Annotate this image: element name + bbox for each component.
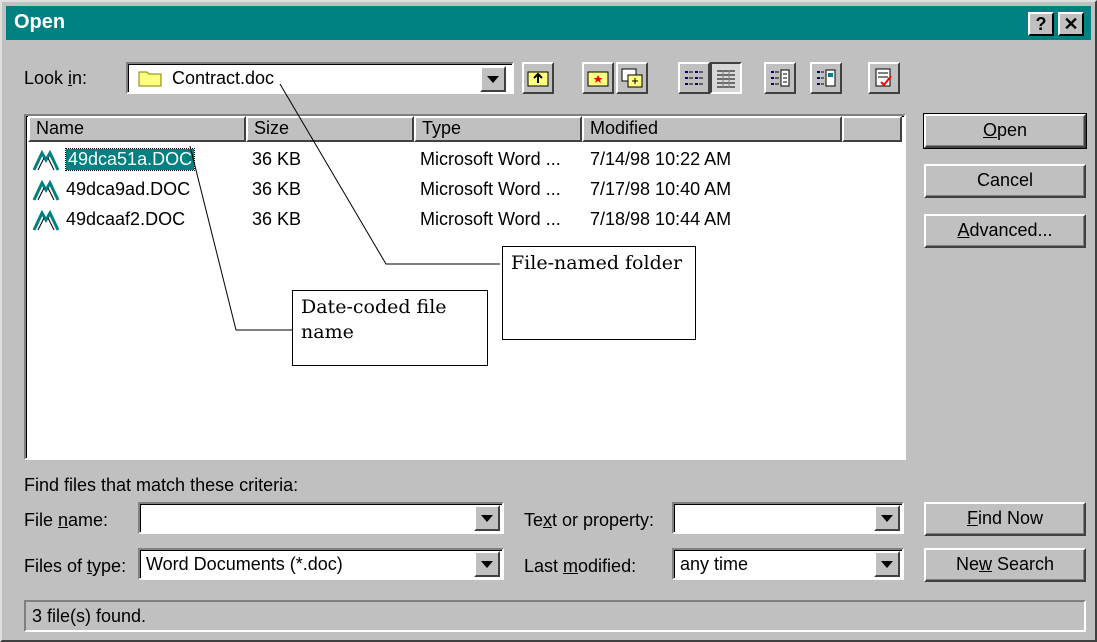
folder-leader-line xyxy=(279,83,500,265)
callout-file-named-folder: File-named folder xyxy=(502,246,696,340)
callout-date-coded-file-name: Date-coded file name xyxy=(292,290,488,366)
date-leader-line xyxy=(189,145,292,331)
